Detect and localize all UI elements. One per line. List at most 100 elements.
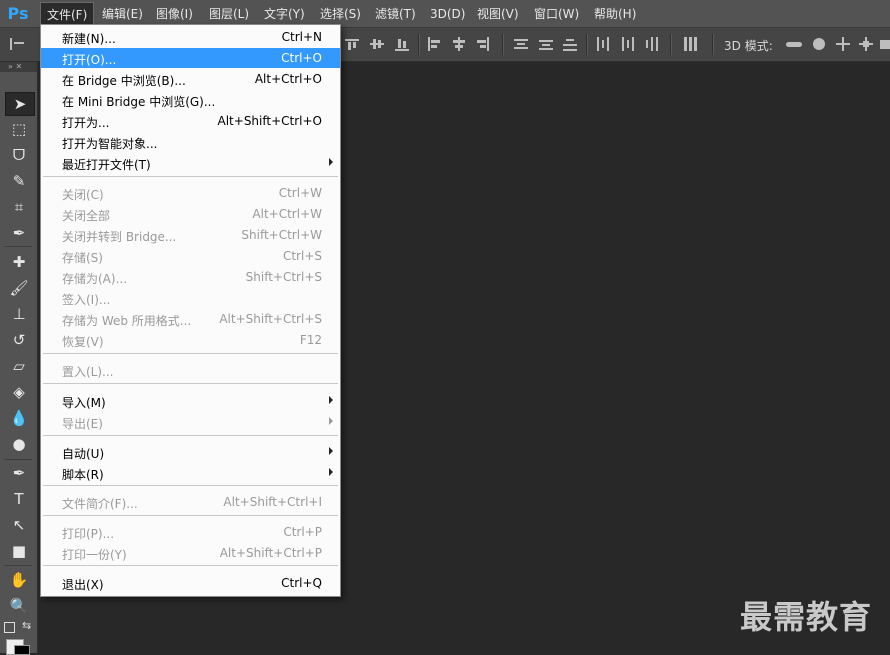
zoom-tool-icon[interactable]: 🔍 [5,595,33,617]
menu-item-label: 打印一份(Y) [62,548,127,562]
menu-item-label: 新建(N)... [62,32,116,46]
menu-item-shortcut: Ctrl+N [281,30,322,44]
3d-drag-icon[interactable] [835,37,851,51]
eyedropper-tool-icon[interactable]: ✒ [5,222,33,244]
marquee-tool-icon[interactable]: ⬚ [5,118,33,140]
history-brush-tool-icon[interactable]: ↺ [5,329,33,351]
menu-separator [43,176,338,177]
file-menu-item-18[interactable]: 自动(U) [41,442,340,462]
menu-item-label: 打开(O)... [62,53,117,67]
distribute-vertical-centers-icon[interactable] [539,37,555,51]
submenu-arrow-icon [329,447,333,455]
menu-item-shortcut: Alt+Shift+Ctrl+S [219,312,322,326]
distribute-top-edges-icon[interactable] [514,37,530,51]
3d-roll-icon[interactable] [811,37,827,51]
healing-brush-tool-icon[interactable]: ✚ [5,251,33,273]
options-separator [418,34,420,55]
file-menu-item-7: 关闭(C) Ctrl+W [41,183,340,203]
file-menu-item-0[interactable]: 新建(N)... Ctrl+N [41,27,340,47]
default-colors-icon[interactable] [4,622,15,633]
align-bottom-edges-icon[interactable] [395,37,411,51]
menu-item-label: 存储(S) [62,251,103,265]
align-right-edges-icon[interactable] [475,37,491,51]
menu-0[interactable]: 文件(F) [40,2,95,25]
type-tool-icon[interactable]: T [5,488,33,510]
3d-mode-label: 3D 模式: [724,39,773,53]
file-menu-item-20: 文件简介(F)... Alt+Shift+Ctrl+I [41,492,340,512]
path-selection-tool-icon[interactable]: ↖ [5,514,33,536]
lasso-tool-icon[interactable]: ᗜ [5,144,33,166]
menu-7[interactable]: 3D(D) [424,2,471,25]
menu-item-label: 存储为(A)... [62,272,128,286]
menu-item-label: 导出(E) [62,417,103,431]
options-separator [712,34,714,55]
menu-item-shortcut: Alt+Ctrl+W [252,207,322,221]
tools-panel-header-icon[interactable]: » ✕ [0,62,37,72]
swap-colors-icon[interactable]: ⇆ [22,619,31,632]
3d-slide-icon[interactable] [858,37,874,51]
menu-item-shortcut: Alt+Ctrl+O [254,72,322,86]
menu-3[interactable]: 图层(L) [203,2,255,25]
blur-tool-icon[interactable]: 💧 [5,407,33,429]
file-menu-item-16[interactable]: 导入(M) [41,391,340,411]
menu-9[interactable]: 窗口(W) [528,2,585,25]
pen-tool-icon[interactable]: ✒ [5,462,33,484]
menu-5[interactable]: 选择(S) [314,2,367,25]
menu-item-label: 打开为... [62,116,110,130]
menu-item-label: 导入(M) [62,396,106,410]
file-menu-item-5[interactable]: 打开为智能对象... [41,132,340,152]
menu-item-shortcut: Ctrl+Q [281,576,322,590]
auto-align-layers-icon[interactable] [683,37,699,51]
distribute-right-edges-icon[interactable] [645,37,661,51]
menu-1[interactable]: 编辑(E) [96,2,149,25]
move-tool-icon[interactable]: ➤ [5,92,35,116]
menu-item-label: 文件简介(F)... [62,497,138,511]
dodge-tool-icon[interactable]: ● [5,433,33,455]
menu-item-label: 置入(L)... [62,365,114,379]
file-menu-item-15: 置入(L)... [41,360,340,380]
3d-rotate-icon[interactable] [786,37,802,51]
options-separator [670,34,672,55]
paint-bucket-tool-icon[interactable]: ◈ [5,381,33,403]
quick-selection-tool-icon[interactable]: ✎ [5,170,33,192]
clone-stamp-tool-icon[interactable]: ⊥ [5,303,33,325]
menu-8[interactable]: 视图(V) [471,2,525,25]
file-menu-item-19[interactable]: 脚本(R) [41,463,340,483]
menu-item-label: 关闭并转到 Bridge... [62,230,177,244]
align-horizontal-centers-icon[interactable] [451,37,467,51]
menu-separator [43,435,338,436]
file-menu-item-8: 关闭全部 Alt+Ctrl+W [41,204,340,224]
submenu-arrow-icon [329,417,333,425]
menu-10[interactable]: 帮助(H) [588,2,642,25]
eraser-tool-icon[interactable]: ▱ [5,355,33,377]
menu-separator [43,353,338,354]
file-menu-item-1[interactable]: 打开(O)... Ctrl+O [41,48,340,68]
file-menu-item-4[interactable]: 打开为... Alt+Shift+Ctrl+O [41,111,340,131]
file-menu-item-12: 签入(I)... [41,288,340,308]
align-top-edges-icon[interactable] [345,37,361,51]
menu-item-label: 签入(I)... [62,293,111,307]
distribute-left-edges-icon[interactable] [596,37,612,51]
background-color-swatch[interactable] [14,645,30,655]
menu-4[interactable]: 文字(Y) [258,2,311,25]
align-left-edges-icon[interactable] [427,37,443,51]
file-menu-item-22: 打印一份(Y) Alt+Shift+Ctrl+P [41,543,340,563]
file-menu-item-23[interactable]: 退出(X) Ctrl+Q [41,573,340,593]
menu-6[interactable]: 滤镜(T) [369,2,422,25]
file-menu-item-17: 导出(E) [41,412,340,432]
distribute-horizontal-centers-icon[interactable] [620,37,636,51]
crop-tool-icon[interactable]: ⌗ [5,196,33,218]
submenu-arrow-icon [329,158,333,166]
hand-tool-icon[interactable]: ✋ [5,569,33,591]
rectangle-tool-icon[interactable]: ■ [5,540,33,562]
brush-tool-icon[interactable]: 🖌 [5,277,33,299]
menu-item-label: 脚本(R) [62,468,104,482]
menu-2[interactable]: 图像(I) [150,2,199,25]
3d-scale-icon[interactable] [880,37,890,51]
move-tool-options-icon[interactable] [8,36,24,50]
distribute-bottom-edges-icon[interactable] [563,37,579,51]
file-menu-item-3[interactable]: 在 Mini Bridge 中浏览(G)... [41,90,340,110]
file-menu-item-6[interactable]: 最近打开文件(T) [41,153,340,173]
file-menu-item-2[interactable]: 在 Bridge 中浏览(B)... Alt+Ctrl+O [41,69,340,89]
align-vertical-centers-icon[interactable] [370,37,386,51]
